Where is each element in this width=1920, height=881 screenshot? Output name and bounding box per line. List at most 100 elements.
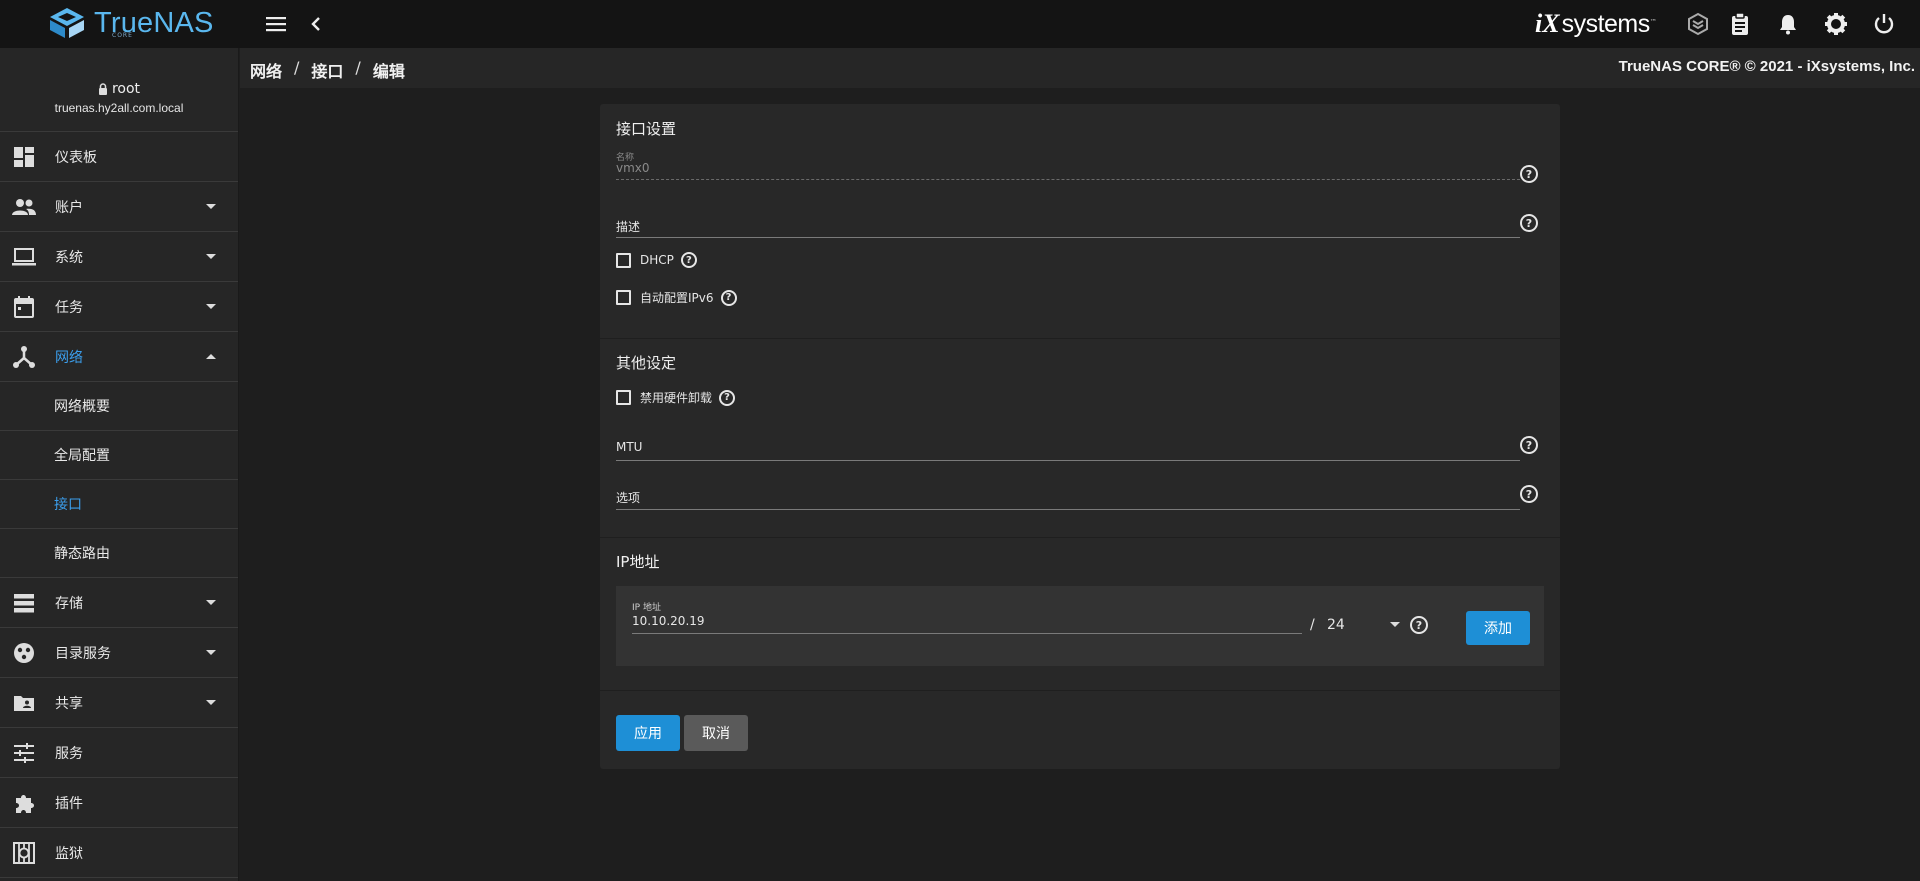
ix-text: systems: [1561, 9, 1651, 38]
section-divider: [600, 690, 1560, 691]
help-icon[interactable]: ?: [1520, 214, 1538, 232]
sidebar-item-label: 网络: [55, 349, 83, 366]
notifications-button[interactable]: [1774, 10, 1802, 38]
section-title-interface-settings: 接口设置: [616, 120, 677, 138]
sidebar-item-system[interactable]: 系统: [0, 232, 238, 282]
jail-icon: [13, 842, 35, 864]
ix-mark: iX: [1535, 9, 1560, 38]
netmask-select-value: 24: [1327, 617, 1345, 633]
section-title-ip-address: IP地址: [616, 553, 660, 571]
dhcp-checkbox-row[interactable]: DHCP ?: [616, 252, 697, 268]
ip-address-list-item: IP 地址 10.10.20.19 / 24 ? 添加: [616, 586, 1544, 666]
ip-address-field-value[interactable]: 10.10.20.19: [632, 614, 705, 628]
options-field[interactable]: 选项: [616, 483, 1520, 510]
help-icon[interactable]: ?: [1410, 616, 1428, 634]
section-divider: [600, 537, 1560, 538]
host-name: truenas.hy2all.com.local: [54, 101, 184, 115]
sidebar-item-label: 账户: [55, 199, 83, 216]
sidebar-subitem-static-routes[interactable]: 静态路由: [0, 529, 238, 578]
sidebar-subitem-label: 全局配置: [54, 448, 110, 464]
sidebar-item-sharing[interactable]: 共享: [0, 678, 238, 728]
folder-shared-icon: [14, 696, 34, 711]
help-icon[interactable]: ?: [1520, 436, 1538, 454]
section-divider: [600, 338, 1560, 339]
sidebar-item-dashboard[interactable]: 仪表板: [0, 132, 238, 182]
add-ip-button[interactable]: 添加: [1466, 611, 1530, 645]
copyright-text: TrueNAS CORE® © 2021 - iXsystems, Inc.: [1618, 58, 1915, 75]
storage-icon: [14, 594, 34, 613]
help-icon[interactable]: ?: [1520, 485, 1538, 503]
sidebar-item-label: 监狱: [55, 845, 83, 862]
description-field-underline: [616, 237, 1520, 238]
name-field-value: vmx0: [616, 161, 650, 175]
autoconf-ipv6-checkbox-row[interactable]: 自动配置IPv6 ?: [616, 289, 737, 306]
ip-address-field[interactable]: IP 地址 10.10.20.19: [632, 600, 1316, 634]
sidebar-item-plugins[interactable]: 插件: [0, 778, 238, 828]
user-name: root: [111, 81, 141, 97]
sidebar-subitem-label: 网络概要: [54, 399, 110, 415]
power-button[interactable]: [1870, 10, 1898, 38]
netmask-select[interactable]: 24: [1321, 612, 1405, 636]
chevron-down-icon: [206, 204, 216, 209]
sidebar-item-storage[interactable]: 存储: [0, 578, 238, 628]
network-icon: [13, 346, 35, 368]
help-icon[interactable]: ?: [719, 389, 736, 406]
mtu-field[interactable]: MTU: [616, 434, 1520, 461]
menu-toggle-button[interactable]: [262, 10, 290, 38]
chevron-left-icon: [311, 17, 320, 31]
disable-offload-checkbox-row[interactable]: 禁用硬件卸载 ?: [616, 389, 736, 406]
dashboard-icon: [14, 147, 34, 167]
sidebar-item-label: 服务: [55, 745, 83, 762]
autoconf-ipv6-label: 自动配置IPv6: [640, 291, 714, 305]
apply-button[interactable]: 应用: [616, 715, 680, 751]
sidebar-item-tasks[interactable]: 任务: [0, 282, 238, 332]
options-field-underline: [616, 509, 1520, 510]
chevron-down-icon: [206, 600, 216, 605]
help-icon[interactable]: ?: [1520, 165, 1538, 183]
autoconf-ipv6-checkbox[interactable]: [616, 290, 631, 305]
user-name-row: root: [0, 81, 238, 97]
truecommand-button[interactable]: [1684, 10, 1712, 38]
disable-offload-label: 禁用硬件卸载: [640, 391, 713, 405]
sidebar-subitem-global-config[interactable]: 全局配置: [0, 431, 238, 480]
chevron-down-icon: [206, 650, 216, 655]
description-field-label: 描述: [616, 220, 641, 234]
sidebar-subitem-label: 接口: [54, 497, 82, 513]
breadcrumb-separator: /: [355, 58, 361, 77]
menu-icon: [266, 17, 286, 32]
sidebar-subitem-interfaces[interactable]: 接口: [0, 480, 238, 529]
disable-offload-checkbox[interactable]: [616, 390, 631, 405]
calendar-icon: [14, 296, 34, 318]
lock-icon: [98, 83, 107, 95]
name-field: 名称 vmx0: [616, 150, 1520, 180]
sidebar-item-label: 目录服务: [55, 645, 111, 662]
chevron-up-icon: [206, 354, 216, 359]
help-icon[interactable]: ?: [680, 252, 697, 268]
back-button[interactable]: [302, 10, 330, 38]
breadcrumb-interfaces[interactable]: 接口: [311, 58, 343, 82]
sidebar-item-accounts[interactable]: 账户: [0, 182, 238, 232]
task-manager-button[interactable]: [1726, 10, 1754, 38]
breadcrumb-separator: /: [294, 58, 300, 77]
help-icon[interactable]: ?: [720, 289, 737, 306]
breadcrumb: 网络 / 接口 / 编辑: [250, 58, 405, 82]
chevron-down-icon: [1390, 622, 1400, 627]
directory-icon: [14, 643, 34, 663]
settings-button[interactable]: [1822, 10, 1850, 38]
name-field-underline: [616, 179, 1520, 180]
tune-icon: [14, 743, 34, 763]
sidebar-item-label: 共享: [55, 695, 83, 712]
cancel-button[interactable]: 取消: [684, 715, 748, 751]
ixsystems-logo: iX systems ™: [1535, 9, 1657, 39]
sidebar-item-services[interactable]: 服务: [0, 728, 238, 778]
clipboard-icon: [1732, 12, 1748, 35]
description-field[interactable]: 描述: [616, 212, 1520, 238]
breadcrumb-network[interactable]: 网络: [250, 58, 282, 82]
breadcrumb-bar: 网络 / 接口 / 编辑 TrueNAS CORE® © 2021 - iXsy…: [240, 48, 1920, 88]
dhcp-checkbox[interactable]: [616, 252, 631, 268]
sidebar-item-network[interactable]: 网络: [0, 332, 238, 382]
sidebar-item-directory-services[interactable]: 目录服务: [0, 628, 238, 678]
sidebar-subitem-network-summary[interactable]: 网络概要: [0, 382, 238, 431]
netmask-slash: /: [1310, 617, 1315, 633]
sidebar-item-jails[interactable]: 监狱: [0, 828, 238, 878]
